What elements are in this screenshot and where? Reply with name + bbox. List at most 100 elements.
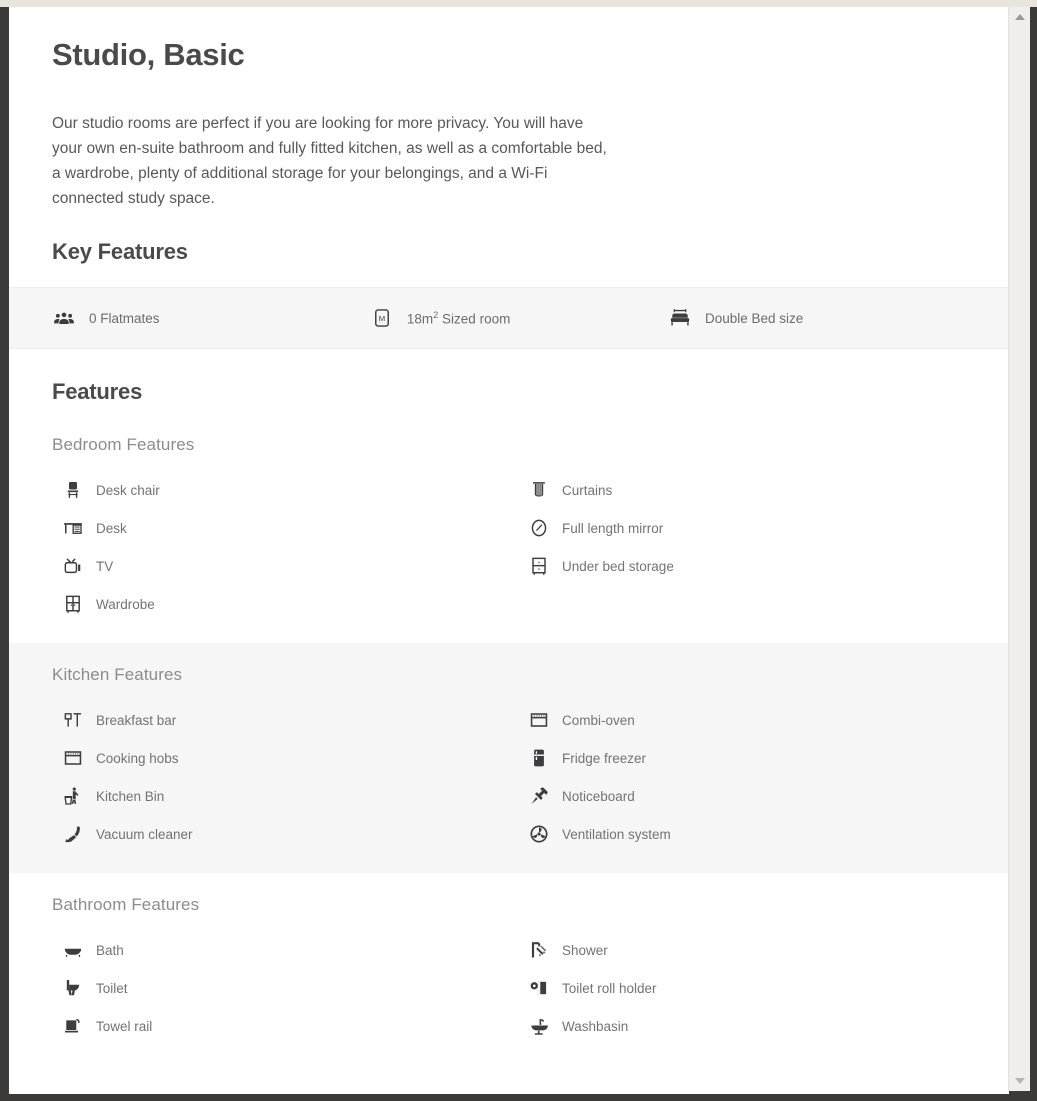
feature-label: Shower — [562, 942, 608, 958]
feature-item-noticeboard: Noticeboard — [518, 777, 966, 815]
features-heading: Features — [52, 379, 143, 405]
chevron-down-icon — [1014, 1078, 1025, 1084]
page-content: Studio, Basic Our studio rooms are perfe… — [9, 7, 1009, 1094]
feature-label: Toilet roll holder — [562, 980, 657, 996]
feature-item-toilet: Toilet — [52, 969, 518, 1007]
toilet-icon — [62, 977, 84, 999]
feature-label: TV — [96, 558, 114, 574]
feature-label: Desk — [96, 520, 127, 536]
section-title-bathroom: Bathroom Features — [52, 895, 200, 915]
key-features-strip: 0 Flatmates M 18m2 Sized room Double Bed… — [9, 287, 1009, 350]
feature-label: Ventilation system — [562, 826, 671, 842]
key-feature-room-size: M 18m2 Sized room — [370, 306, 668, 330]
feature-item-wardrobe: Wardrobe — [52, 585, 518, 623]
scroll-up-arrow[interactable] — [1009, 8, 1030, 26]
feature-item-full-length-mirror: Full length mirror — [518, 509, 966, 547]
feature-section-kitchen: Kitchen Features Breakfast bar Cooking h… — [9, 643, 1009, 874]
room-size-unit-label: Sized room — [442, 311, 511, 327]
chevron-up-icon — [1014, 14, 1025, 20]
feature-label: Vacuum cleaner — [96, 826, 193, 842]
feature-section-bedroom: Bedroom Features Desk chair Desk TV Ward… — [9, 413, 1009, 644]
feature-column-left: Breakfast bar Cooking hobs Kitchen Bin V… — [52, 701, 518, 853]
feature-label: Fridge freezer — [562, 750, 647, 766]
curtains-icon — [528, 479, 550, 501]
feature-item-breakfast-bar: Breakfast bar — [52, 701, 518, 739]
feature-item-vacuum-cleaner: Vacuum cleaner — [52, 815, 518, 853]
feature-item-toilet-roll-holder: Toilet roll holder — [518, 969, 966, 1007]
key-feature-bed-size: Double Bed size — [668, 306, 966, 330]
feature-label: Wardrobe — [96, 596, 155, 612]
intro-paragraph: Our studio rooms are perfect if you are … — [52, 114, 607, 207]
feature-label: Under bed storage — [562, 558, 674, 574]
key-features-heading: Key Features — [52, 239, 188, 265]
shower-icon — [528, 939, 550, 961]
people-icon — [52, 306, 76, 330]
ventilation-system-icon — [528, 823, 550, 845]
room-size-superscript: 2 — [433, 309, 439, 320]
feature-item-combi-oven: Combi-oven — [518, 701, 966, 739]
feature-item-cooking-hobs: Cooking hobs — [52, 739, 518, 777]
tv-icon — [62, 555, 84, 577]
scrollbar-thumb[interactable] — [1010, 27, 1030, 1073]
desk-icon — [62, 517, 84, 539]
intro-block: Studio, Basic Our studio rooms are perfe… — [9, 7, 1009, 288]
feature-label: Cooking hobs — [96, 750, 179, 766]
room-size-value: 18m — [406, 311, 434, 327]
bath-icon — [62, 939, 84, 961]
section-title-kitchen: Kitchen Features — [52, 665, 183, 685]
feature-column-right: Combi-oven Fridge freezer Noticeboard Ve… — [518, 701, 966, 853]
feature-label: Combi-oven — [562, 712, 635, 728]
feature-label: Desk chair — [96, 482, 160, 498]
cooking-hobs-icon — [62, 747, 84, 769]
page-title: Studio, Basic — [52, 37, 245, 72]
feature-item-under-bed-storage: Under bed storage — [518, 547, 966, 585]
scroll-down-arrow[interactable] — [1009, 1072, 1030, 1090]
feature-label: Toilet — [96, 980, 128, 996]
washbasin-icon — [528, 1015, 550, 1037]
feature-item-tv: TV — [52, 547, 518, 585]
feature-section-bathroom: Bathroom Features Bath Toilet Towel rail… — [9, 873, 1009, 1066]
feature-label: Curtains — [562, 482, 613, 498]
feature-label: Towel rail — [96, 1018, 153, 1034]
feature-item-bath: Bath — [52, 931, 518, 969]
feature-item-desk: Desk — [52, 509, 518, 547]
feature-label: Noticeboard — [562, 788, 635, 804]
key-feature-bed-size-label: Double Bed size — [704, 310, 804, 326]
towel-rail-icon — [62, 1015, 84, 1037]
vertical-scrollbar[interactable] — [1008, 7, 1030, 1091]
feature-column-right: Shower Toilet roll holder Washbasin — [518, 931, 966, 1045]
breakfast-bar-icon — [62, 709, 84, 731]
feature-label: Breakfast bar — [96, 712, 177, 728]
feature-item-kitchen-bin: Kitchen Bin — [52, 777, 518, 815]
wardrobe-icon — [62, 593, 84, 615]
fridge-freezer-icon — [528, 747, 550, 769]
key-feature-flatmates-label: 0 Flatmates — [89, 310, 160, 326]
noticeboard-icon — [528, 785, 550, 807]
vacuum-cleaner-icon — [62, 823, 84, 845]
feature-item-curtains: Curtains — [518, 471, 966, 509]
feature-column-left: Desk chair Desk TV Wardrobe — [52, 471, 518, 623]
feature-item-shower: Shower — [518, 931, 966, 969]
toilet-roll-holder-icon — [528, 977, 550, 999]
feature-label: Washbasin — [562, 1018, 629, 1034]
bed-icon — [668, 306, 692, 330]
key-feature-flatmates: 0 Flatmates — [52, 306, 370, 330]
feature-item-desk-chair: Desk chair — [52, 471, 518, 509]
desk-chair-icon — [62, 479, 84, 501]
feature-item-washbasin: Washbasin — [518, 1007, 966, 1045]
window-top-strip — [0, 0, 1037, 7]
window-left-edge — [0, 7, 9, 1101]
kitchen-bin-icon — [62, 785, 84, 807]
window-right-edge — [1030, 7, 1037, 1101]
feature-column-left: Bath Toilet Towel rail — [52, 931, 518, 1045]
feature-label: Bath — [96, 942, 124, 958]
section-title-bedroom: Bedroom Features — [52, 435, 195, 455]
svg-text:M: M — [379, 314, 385, 323]
feature-label: Full length mirror — [562, 520, 664, 536]
feature-label: Kitchen Bin — [96, 788, 165, 804]
feature-item-towel-rail: Towel rail — [52, 1007, 518, 1045]
mirror-icon — [528, 517, 550, 539]
room-size-m-icon: M — [370, 306, 394, 330]
feature-item-fridge-freezer: Fridge freezer — [518, 739, 966, 777]
key-feature-room-size-label: 18m2 Sized room — [407, 310, 510, 327]
